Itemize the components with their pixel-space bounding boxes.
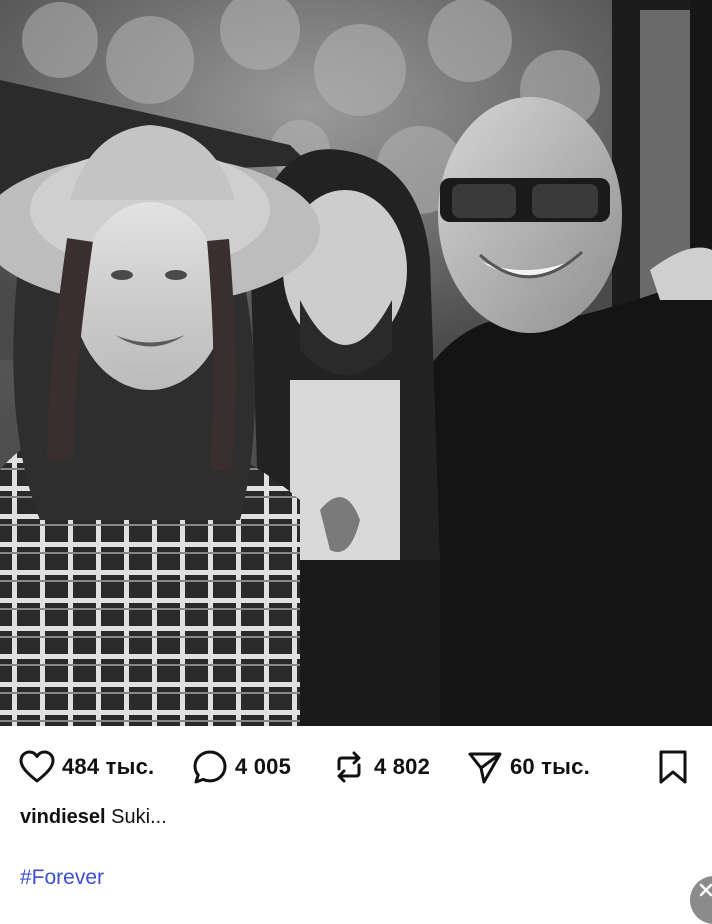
photo-image: [0, 0, 712, 726]
reposts-count: 4 802: [374, 754, 431, 779]
repost-arrows-icon: [330, 748, 368, 786]
post-caption: vindiesel Suki...: [20, 806, 167, 829]
post-actions-bar: 484 тыс. 4 005 4 802 60 тыс.: [0, 740, 712, 794]
comments-count: 4 005: [235, 754, 292, 779]
caption-text: Suki...: [111, 806, 167, 828]
shares-count: 60 тыс.: [510, 754, 590, 779]
save-button[interactable]: [654, 740, 692, 794]
hashtag-link[interactable]: #Forever: [20, 866, 104, 890]
like-button[interactable]: 484 тыс.: [18, 740, 154, 794]
close-button[interactable]: [690, 876, 712, 924]
repost-button[interactable]: 4 802: [330, 740, 430, 794]
close-icon: [699, 883, 712, 897]
post-photo[interactable]: [0, 0, 712, 726]
heart-icon: [18, 748, 56, 786]
caption-username[interactable]: vindiesel: [20, 806, 106, 828]
comment-button[interactable]: 4 005: [191, 740, 291, 794]
comment-bubble-icon: [191, 748, 229, 786]
send-icon: [466, 748, 504, 786]
bookmark-icon: [654, 748, 692, 786]
share-button[interactable]: 60 тыс.: [466, 740, 590, 794]
likes-count: 484 тыс.: [62, 754, 155, 779]
